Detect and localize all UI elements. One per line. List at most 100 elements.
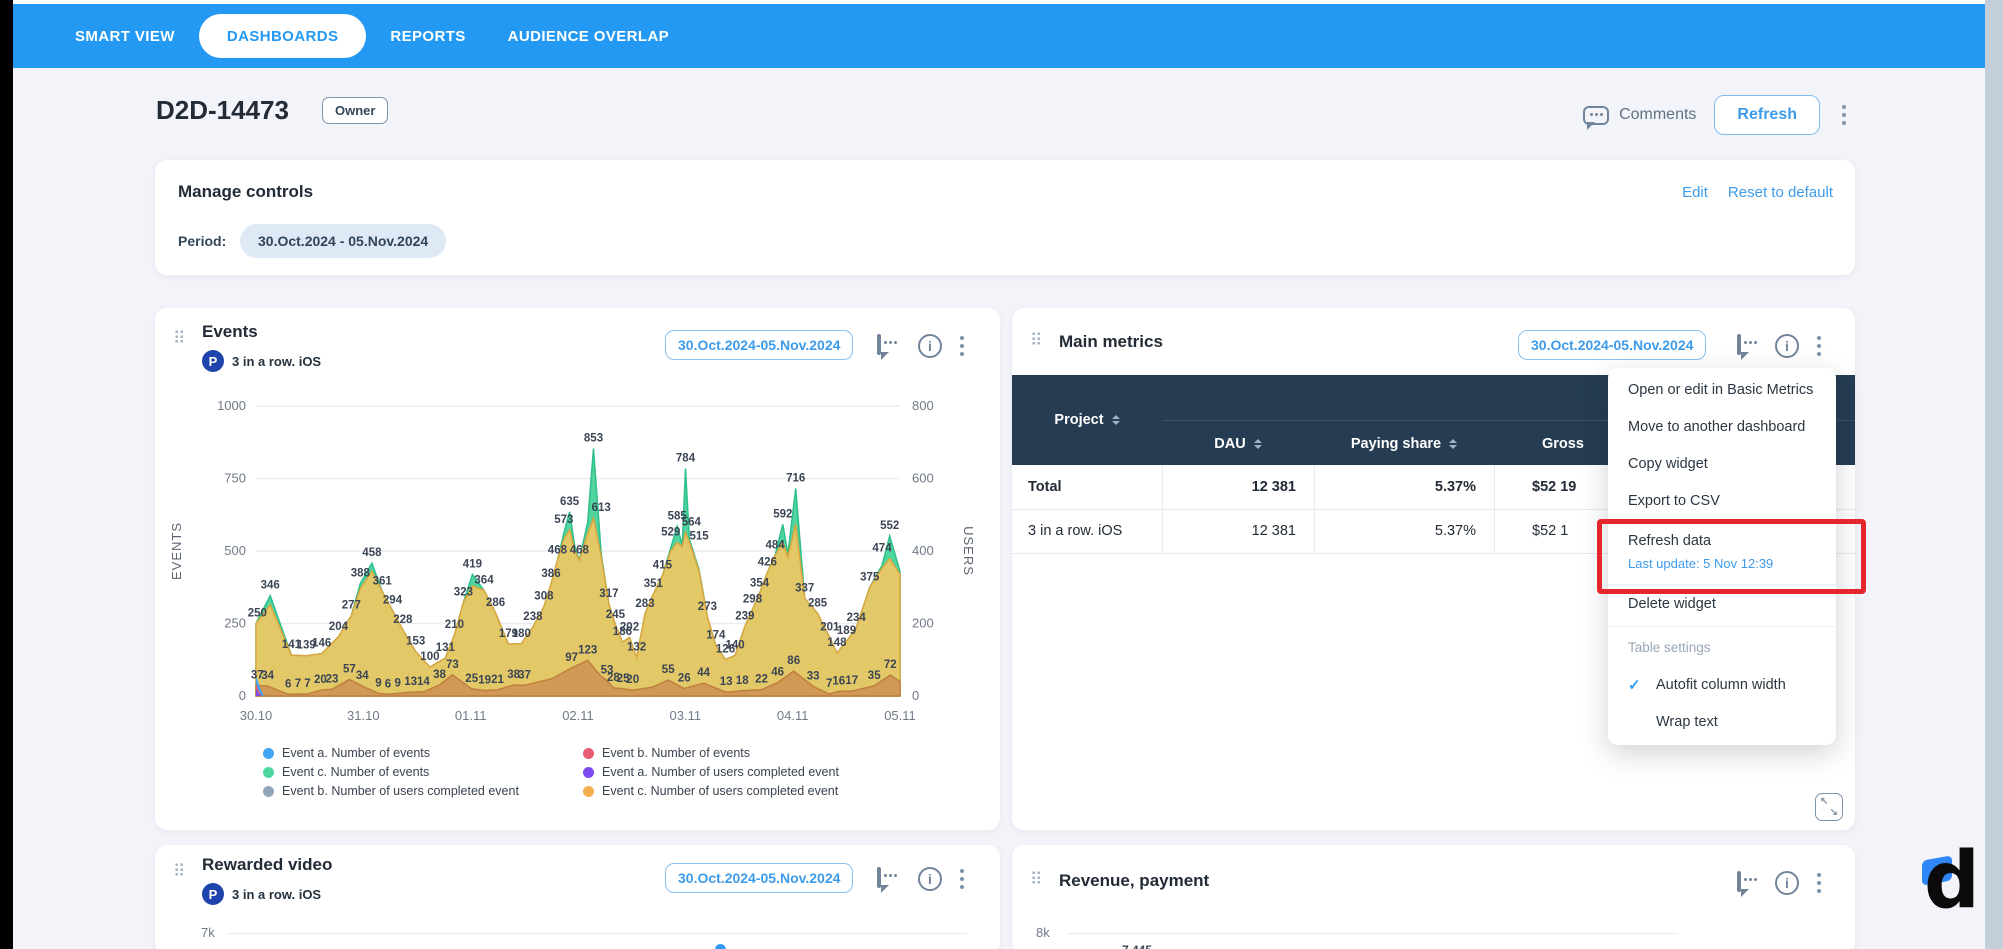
main-metrics-date-range-pill[interactable]: 30.Oct.2024-05.Nov.2024 — [1518, 330, 1706, 360]
svg-text:22: 22 — [755, 674, 768, 686]
rewarded-video-comment-icon[interactable] — [877, 867, 881, 888]
manage-controls-panel: Manage controls Edit Reset to default Pe… — [155, 160, 1855, 275]
menu-item-autofit-column-width[interactable]: Autofit column width — [1656, 677, 1786, 693]
edit-link[interactable]: Edit — [1682, 184, 1708, 201]
sort-icon[interactable] — [1112, 415, 1120, 425]
legend-dot — [263, 767, 274, 778]
menu-item-export-csv[interactable]: Export to CSV — [1628, 493, 1720, 509]
column-divider — [1494, 465, 1495, 553]
sort-icon[interactable] — [1254, 439, 1262, 449]
svg-text:386: 386 — [541, 568, 560, 580]
rewarded-video-date-range-pill[interactable]: 30.Oct.2024-05.Nov.2024 — [665, 863, 853, 893]
red-highlight-annotation — [1597, 519, 1866, 594]
reset-to-default-link[interactable]: Reset to default — [1728, 184, 1833, 201]
cell-gross: $52 19 — [1532, 465, 1576, 509]
events-area-chart: 02505007501000020040060080030.1031.1001.… — [155, 393, 1000, 738]
rewarded-video-info-icon[interactable]: i — [918, 867, 942, 891]
column-header-dau[interactable]: DAU — [1162, 436, 1314, 452]
legend-item[interactable]: Event c. Number of users completed event — [583, 784, 839, 798]
events-comment-icon[interactable] — [877, 334, 881, 355]
comments-label: Comments — [1619, 106, 1696, 124]
sort-icon[interactable] — [1449, 439, 1457, 449]
main-metrics-comment-icon[interactable] — [1737, 334, 1741, 355]
legend-dot — [263, 748, 274, 759]
dashboard-kebab-menu[interactable] — [1838, 101, 1850, 129]
manage-controls-links: Edit Reset to default — [1682, 184, 1833, 201]
svg-text:354: 354 — [750, 577, 770, 589]
tab-audience-overlap[interactable]: AUDIENCE OVERLAP — [490, 14, 687, 58]
expand-widget-icon[interactable]: ↖↘ — [1815, 793, 1843, 821]
svg-text:6: 6 — [285, 678, 291, 690]
revenue-kebab-menu[interactable] — [1813, 869, 1825, 897]
svg-text:552: 552 — [880, 520, 899, 532]
tab-reports[interactable]: REPORTS — [372, 14, 483, 58]
legend-item[interactable]: Event a. Number of events — [263, 746, 583, 760]
header-actions: Comments Refresh — [1560, 92, 1850, 138]
legend-item[interactable]: Event c. Number of events — [263, 765, 583, 779]
drag-handle-icon[interactable]: ⠿ — [1030, 871, 1042, 888]
svg-text:6: 6 — [385, 678, 391, 690]
tab-dashboards[interactable]: DASHBOARDS — [199, 14, 367, 58]
menu-section-table-settings: Table settings — [1628, 640, 1711, 655]
drag-handle-icon[interactable]: ⠿ — [173, 330, 185, 347]
svg-text:286: 286 — [486, 597, 505, 609]
svg-text:38: 38 — [433, 669, 446, 681]
column-header-project[interactable]: Project — [1012, 375, 1162, 465]
events-widget: ⠿ Events P 3 in a row. iOS 30.Oct.2024-0… — [155, 308, 1000, 830]
svg-text:600: 600 — [912, 471, 934, 486]
events-info-icon[interactable]: i — [918, 334, 942, 358]
events-chart-legend: Event a. Number of events Event c. Numbe… — [155, 746, 1000, 798]
svg-text:317: 317 — [599, 588, 618, 600]
events-kebab-menu[interactable] — [956, 332, 968, 360]
svg-text:298: 298 — [743, 594, 763, 606]
svg-text:132: 132 — [627, 642, 646, 654]
menu-item-open-basic-metrics[interactable]: Open or edit in Basic Metrics — [1628, 382, 1813, 398]
svg-text:323: 323 — [454, 586, 473, 598]
svg-text:238: 238 — [523, 611, 543, 623]
svg-text:415: 415 — [653, 560, 673, 572]
svg-text:294: 294 — [383, 595, 403, 607]
main-metrics-title: Main metrics — [1059, 332, 1163, 352]
events-date-range-pill[interactable]: 30.Oct.2024-05.Nov.2024 — [665, 330, 853, 360]
svg-text:7: 7 — [304, 678, 310, 690]
rewarded-video-kebab-menu[interactable] — [956, 865, 968, 893]
svg-text:853: 853 — [584, 433, 603, 445]
cell-project: 3 in a row. iOS — [1028, 509, 1122, 553]
checkmark-icon: ✓ — [1628, 676, 1641, 694]
main-metrics-info-icon[interactable]: i — [1775, 334, 1799, 358]
tab-smart-view[interactable]: SMART VIEW — [57, 14, 193, 58]
comments-button[interactable]: Comments — [1583, 106, 1696, 125]
page-scrollbar[interactable] — [1985, 0, 2003, 949]
cell-project: Total — [1028, 465, 1062, 509]
revenue-info-icon[interactable]: i — [1775, 871, 1799, 895]
svg-text:337: 337 — [795, 582, 814, 594]
legend-item[interactable]: Event a. Number of users completed event — [583, 765, 839, 779]
menu-item-delete-widget[interactable]: Delete widget — [1628, 596, 1716, 612]
period-value-pill[interactable]: 30.Oct.2024 - 05.Nov.2024 — [240, 224, 446, 258]
legend-item[interactable]: Event b. Number of events — [583, 746, 839, 760]
revenue-comment-icon[interactable] — [1737, 871, 1741, 892]
column-header-paying-share[interactable]: Paying share — [1314, 436, 1494, 452]
y-axis-tick: 7k — [201, 925, 215, 940]
legend-item[interactable]: Event b. Number of users completed event — [263, 784, 583, 798]
refresh-button[interactable]: Refresh — [1714, 95, 1820, 135]
menu-item-move-dashboard[interactable]: Move to another dashboard — [1628, 419, 1805, 435]
drag-handle-icon[interactable]: ⠿ — [1030, 332, 1042, 349]
svg-text:250: 250 — [248, 608, 267, 620]
svg-text:174: 174 — [706, 630, 726, 642]
svg-text:37: 37 — [518, 669, 531, 681]
app-window: SMART VIEW DASHBOARDS REPORTS AUDIENCE O… — [0, 0, 2003, 949]
menu-item-copy-widget[interactable]: Copy widget — [1628, 456, 1708, 472]
main-metrics-kebab-menu[interactable] — [1813, 332, 1825, 360]
drag-handle-icon[interactable]: ⠿ — [173, 863, 185, 880]
cell-gross: $52 1 — [1532, 509, 1568, 553]
svg-text:635: 635 — [560, 496, 580, 508]
svg-text:361: 361 — [373, 575, 393, 587]
menu-item-wrap-text[interactable]: Wrap text — [1656, 714, 1718, 730]
svg-text:364: 364 — [474, 574, 494, 586]
project-name: 3 in a row. iOS — [232, 354, 321, 369]
svg-text:17: 17 — [845, 675, 858, 687]
chart-data-label: 7 445 — [1122, 943, 1152, 949]
svg-text:0: 0 — [239, 688, 246, 703]
svg-text:204: 204 — [329, 621, 349, 633]
